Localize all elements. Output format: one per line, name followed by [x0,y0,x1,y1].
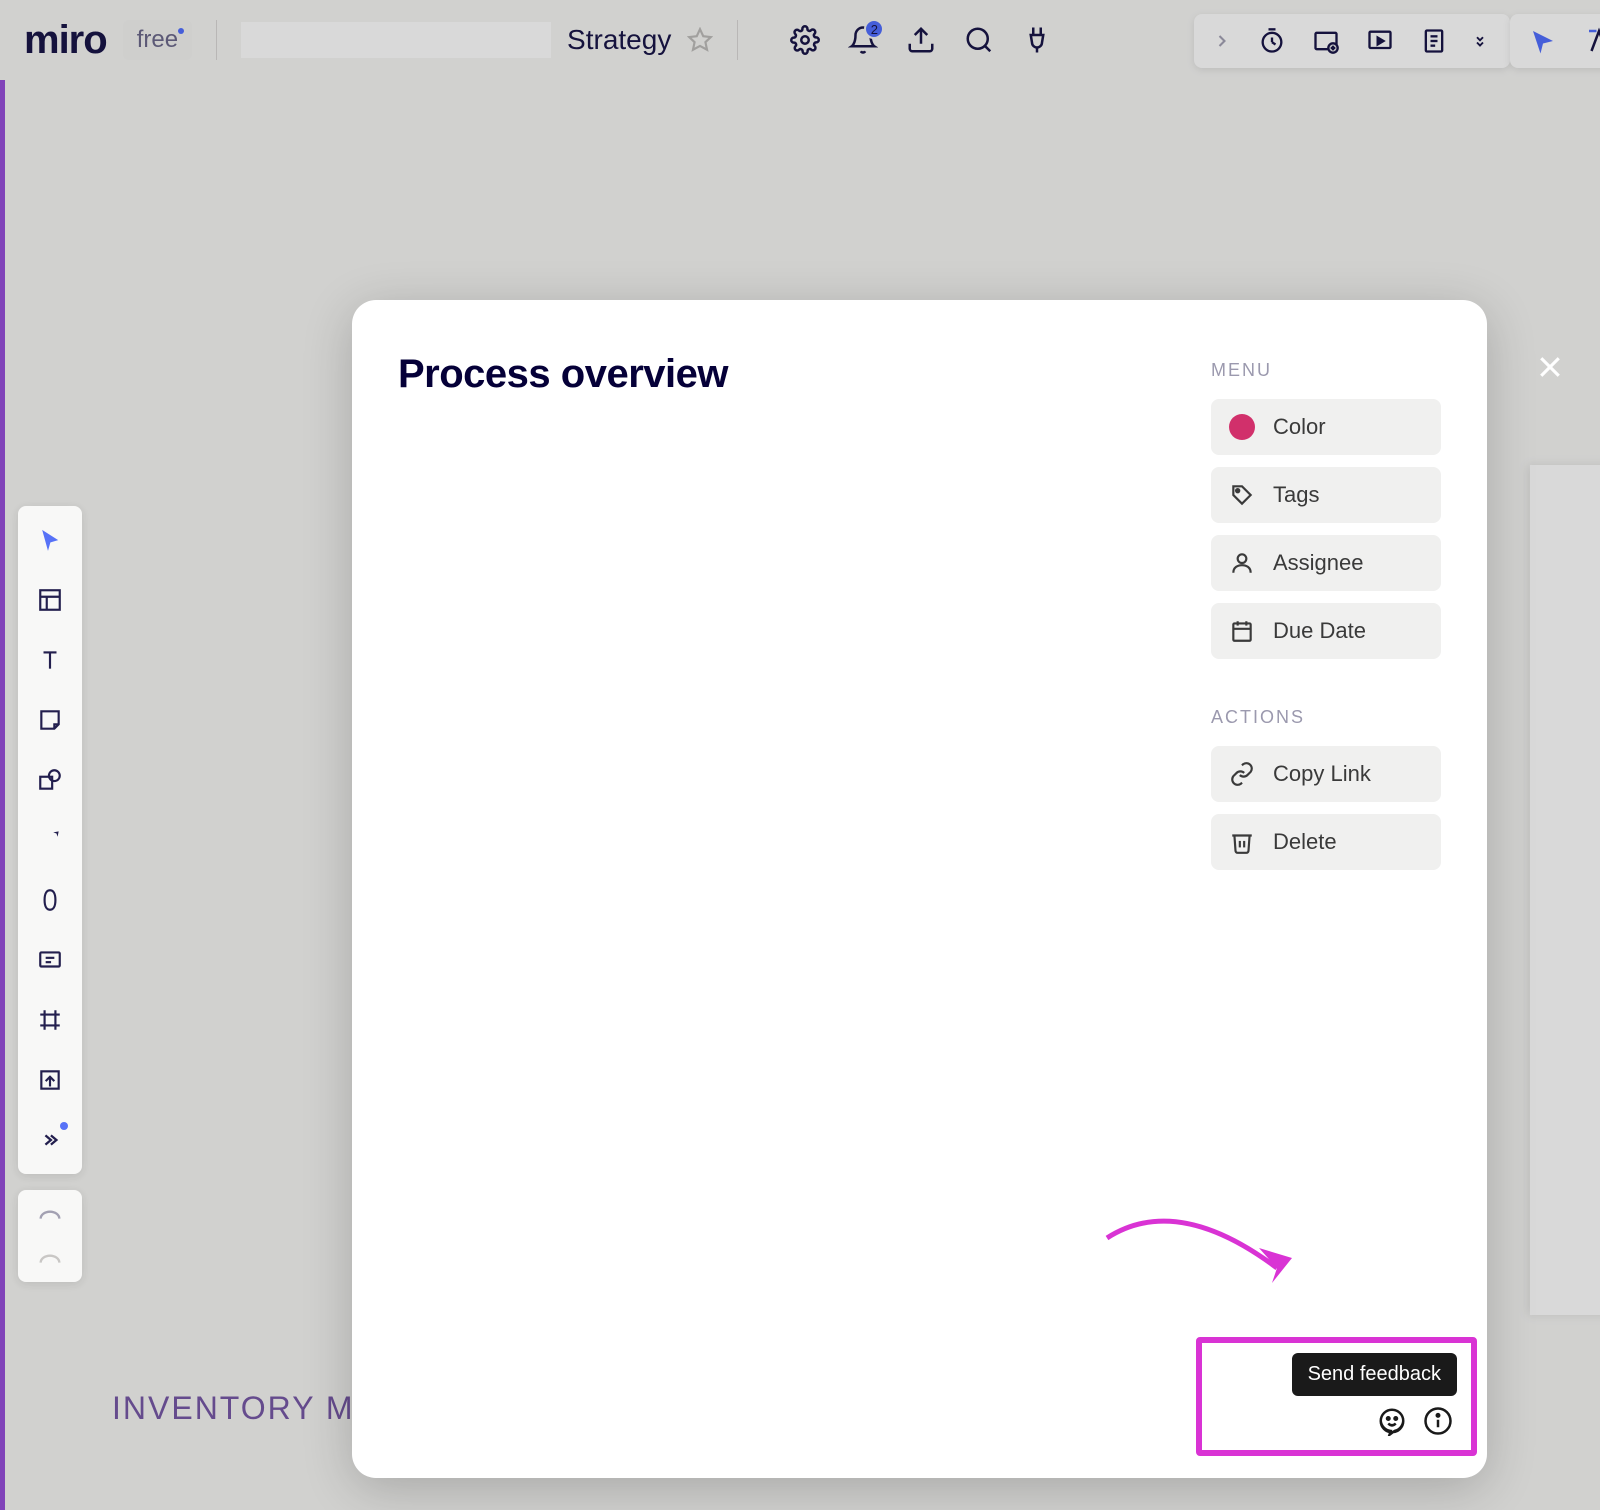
delete-label: Delete [1273,829,1337,855]
feedback-highlight: Send feedback [1196,1337,1477,1456]
feedback-icons-row [1377,1406,1457,1436]
tags-menu-item[interactable]: Tags [1211,467,1441,523]
color-label: Color [1273,414,1326,440]
tags-label: Tags [1273,482,1319,508]
due-date-menu-item[interactable]: Due Date [1211,603,1441,659]
color-swatch-icon [1229,414,1255,440]
shape-tool[interactable] [32,762,68,798]
actions-section: ACTIONS Copy Link Delete [1211,707,1441,870]
tag-icon [1229,482,1255,508]
annotation-arrow [1097,1188,1317,1308]
undo-button[interactable] [36,1204,64,1224]
feedback-tooltip: Send feedback [1292,1353,1457,1396]
sticky-note-tool[interactable] [32,702,68,738]
copy-link-label: Copy Link [1273,761,1371,787]
more-tools[interactable] [32,1122,68,1158]
frame-tool[interactable] [32,1002,68,1038]
close-modal-button[interactable] [1530,347,1570,387]
pen-tool[interactable] [32,882,68,918]
comment-tool[interactable] [32,942,68,978]
link-icon [1229,761,1255,787]
delete-action[interactable]: Delete [1211,814,1441,870]
upload-tool[interactable] [32,1062,68,1098]
modal-side-menu: MENU Color Tags Assignee Due Date [1211,360,1441,882]
calendar-icon [1229,618,1255,644]
color-menu-item[interactable]: Color [1211,399,1441,455]
arrow-tool[interactable] [32,822,68,858]
assignee-menu-item[interactable]: Assignee [1211,535,1441,591]
copy-link-action[interactable]: Copy Link [1211,746,1441,802]
select-tool[interactable] [32,522,68,558]
info-icon[interactable] [1423,1406,1453,1436]
due-date-label: Due Date [1273,618,1366,644]
redo-button[interactable] [36,1248,64,1268]
undo-redo-panel [18,1190,82,1282]
trash-icon [1229,829,1255,855]
menu-section-label: MENU [1211,360,1441,381]
person-icon [1229,550,1255,576]
text-tool[interactable] [32,642,68,678]
feedback-icon[interactable] [1377,1406,1407,1436]
actions-section-label: ACTIONS [1211,707,1441,728]
assignee-label: Assignee [1273,550,1364,576]
templates-tool[interactable] [32,582,68,618]
more-tools-indicator [60,1122,68,1130]
left-toolbar [18,506,82,1174]
card-details-modal: Process overview MENU Color Tags Assigne… [352,300,1487,1478]
